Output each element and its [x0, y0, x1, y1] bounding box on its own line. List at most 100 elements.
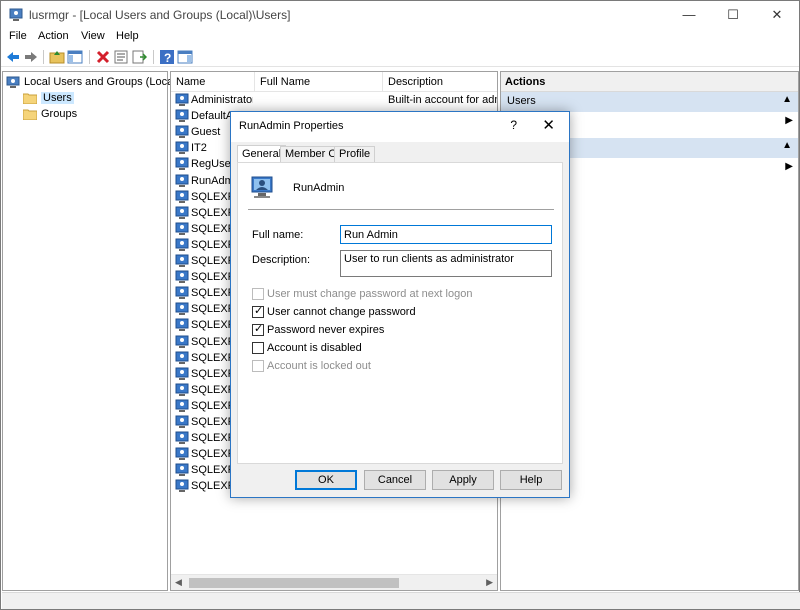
- users-groups-icon: [6, 76, 20, 88]
- show-tree-icon[interactable]: [67, 49, 83, 65]
- toolbar-separator: [89, 50, 90, 64]
- menu-view[interactable]: View: [81, 30, 105, 42]
- actions-section-label: Users: [507, 95, 536, 107]
- dialog-help-button[interactable]: ?: [510, 118, 517, 132]
- checkbox-label: User must change password at next logon: [267, 288, 473, 300]
- horizontal-scrollbar[interactable]: ◀ ▶: [171, 574, 497, 590]
- checkbox-account-locked-out[interactable]: Account is locked out: [252, 359, 371, 373]
- properties-icon[interactable]: [113, 49, 129, 65]
- checkbox-box[interactable]: [252, 304, 264, 318]
- back-arrow-icon[interactable]: [5, 49, 21, 65]
- tree-pane: Local Users and Groups (Local) Users Gro…: [2, 71, 179, 591]
- checkbox-label: Password never expires: [267, 324, 385, 336]
- maximize-button[interactable]: ☐: [711, 1, 755, 29]
- ok-button[interactable]: OK: [295, 470, 357, 490]
- checkbox-cannot-change-password[interactable]: User cannot change password: [252, 304, 416, 319]
- column-header-description[interactable]: Description: [383, 72, 497, 92]
- divider: [248, 209, 554, 210]
- checkbox-account-disabled[interactable]: Account is disabled: [252, 341, 362, 355]
- tree-item-users[interactable]: Users: [23, 90, 74, 106]
- cell-description: Built-in account for adm: [388, 94, 498, 106]
- user-account-icon: [175, 190, 189, 203]
- toolbar: ?: [1, 47, 799, 67]
- user-account-icon: [175, 318, 189, 332]
- tree-item-groups[interactable]: Groups: [23, 106, 77, 122]
- user-icon: [251, 176, 273, 198]
- menu-help[interactable]: Help: [116, 30, 139, 42]
- user-account-icon: [175, 367, 189, 380]
- up-folder-icon[interactable]: [49, 49, 65, 65]
- column-header-full-name[interactable]: Full Name: [255, 72, 383, 92]
- dialog-title-bar: RunAdmin Properties ? ✕: [231, 112, 569, 142]
- window-title: lusrmgr - [Local Users and Groups (Local…: [29, 8, 291, 22]
- export-list-icon[interactable]: [131, 49, 147, 65]
- submenu-arrow-icon: ▶: [785, 115, 793, 126]
- delete-icon[interactable]: [95, 49, 111, 65]
- checkbox-box[interactable]: [252, 288, 264, 300]
- list-header: Name Full Name Description: [171, 72, 497, 92]
- description-field[interactable]: User to run clients as administrator: [340, 250, 552, 277]
- user-account-icon: [175, 302, 189, 316]
- user-account-icon: [175, 415, 189, 428]
- checkbox-label: Account is disabled: [267, 342, 362, 354]
- cancel-button[interactable]: Cancel: [364, 470, 426, 490]
- user-account-icon: [175, 109, 189, 123]
- tree-root[interactable]: Local Users and Groups (Local): [6, 74, 179, 90]
- checkbox-label: Account is locked out: [267, 360, 371, 372]
- checkbox-password-never-expires[interactable]: Password never expires: [252, 322, 385, 337]
- collapse-up-icon[interactable]: ▲: [782, 94, 792, 105]
- checkbox-label: User cannot change password: [267, 306, 416, 318]
- show-action-pane-icon[interactable]: [177, 49, 193, 65]
- tree-item-label: Groups: [41, 108, 78, 120]
- folder-icon: [23, 93, 37, 104]
- user-account-icon: [175, 286, 189, 300]
- scroll-left-icon[interactable]: ◀: [175, 577, 182, 588]
- menu-bar: File Action View Help: [1, 29, 799, 47]
- cell-name: Administrator: [191, 94, 253, 106]
- checkbox-box[interactable]: [252, 342, 264, 354]
- tree-root-label: Local Users and Groups (Local): [24, 76, 180, 88]
- tab-profile[interactable]: Profile: [334, 146, 376, 162]
- checkbox-must-change-password[interactable]: User must change password at next logon: [252, 287, 472, 301]
- apply-button[interactable]: Apply: [432, 470, 494, 490]
- menu-file[interactable]: File: [9, 30, 27, 42]
- minimize-button[interactable]: —: [667, 1, 711, 29]
- user-account-icon: [175, 206, 189, 219]
- actions-section-users[interactable]: Users ▲: [501, 92, 798, 112]
- user-account-icon: [175, 93, 189, 106]
- user-account-icon: [175, 125, 189, 139]
- svg-text:?: ?: [164, 51, 171, 65]
- description-label: Description:: [252, 254, 311, 266]
- submenu-arrow-icon: ▶: [785, 161, 793, 172]
- checkbox-box[interactable]: [252, 322, 264, 336]
- tree-item-label: Users: [41, 92, 74, 104]
- tab-general[interactable]: General: [237, 145, 287, 163]
- user-account-icon: [175, 399, 189, 412]
- toolbar-separator: [43, 50, 44, 64]
- user-account-icon: [175, 174, 189, 187]
- menu-action[interactable]: Action: [38, 30, 69, 42]
- help-icon[interactable]: ?: [159, 49, 175, 65]
- close-button[interactable]: ✕: [755, 1, 799, 29]
- table-row[interactable]: Administrator Built-in account for adm: [171, 93, 497, 109]
- checkbox-box[interactable]: [252, 360, 264, 372]
- full-name-label: Full name:: [252, 229, 304, 241]
- scroll-right-icon[interactable]: ▶: [486, 577, 493, 588]
- user-account-icon: [175, 335, 189, 348]
- collapse-up-icon[interactable]: ▲: [782, 140, 792, 151]
- toolbar-separator: [153, 50, 154, 64]
- user-account-icon: [175, 383, 189, 396]
- user-account-icon: [175, 447, 189, 461]
- scroll-thumb[interactable]: [189, 578, 399, 588]
- title-bar: lusrmgr - [Local Users and Groups (Local…: [1, 1, 799, 29]
- dialog-close-button[interactable]: ✕: [542, 116, 555, 134]
- user-account-icon: [175, 157, 189, 171]
- user-account-icon: [175, 351, 189, 364]
- help-button[interactable]: Help: [500, 470, 562, 490]
- user-account-icon: [175, 238, 189, 251]
- full-name-field[interactable]: [340, 225, 552, 244]
- forward-arrow-icon[interactable]: [23, 49, 39, 65]
- user-account-icon: [175, 431, 189, 445]
- column-header-name[interactable]: Name: [171, 72, 255, 92]
- general-tab-panel: RunAdmin Full name: Description: User to…: [237, 162, 563, 464]
